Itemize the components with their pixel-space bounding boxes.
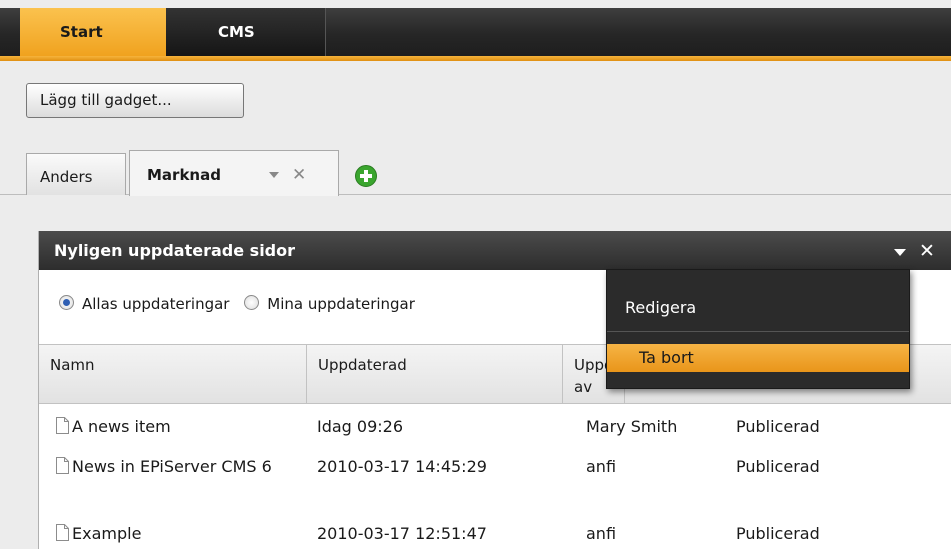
row-updated-by: anfi [586,457,617,476]
update-filter: Allas uppdateringar Mina uppdateringar [59,295,425,319]
nav-accent-strip [0,56,951,61]
row-updated-by: Mary Smith [586,417,678,436]
gadget-close-icon[interactable]: ✕ [919,231,935,271]
row-status: Publicerad [736,524,820,543]
gadget-title: Nyligen uppdaterade sidor [54,241,296,260]
row-updated: 2010-03-17 12:51:47 [317,524,487,543]
menu-item-edit[interactable]: Redigera [607,290,909,326]
row-status: Publicerad [736,457,820,476]
column-header-updated[interactable]: Uppdaterad [307,345,563,403]
tab-marknad[interactable]: Marknad ✕ [129,150,339,196]
tab-anders[interactable]: Anders [26,153,126,195]
nav-divider [325,8,326,56]
row-name[interactable]: Example [72,524,141,543]
radio-all-updates-label[interactable]: Allas uppdateringar [82,295,229,313]
add-tab-plus-circle-icon[interactable] [355,165,377,187]
nav-tab-cms[interactable]: CMS [166,8,326,56]
gadget-header: Nyligen uppdaterade sidor ✕ [39,231,951,270]
nav-tab-start[interactable]: Start [20,8,166,56]
row-updated: 2010-03-17 14:45:29 [317,457,487,476]
row-name[interactable]: A news item [72,417,171,436]
tab-menu-chevron-down-icon[interactable] [269,172,279,178]
radio-all-updates[interactable] [59,295,74,310]
gadget-context-menu: Redigera Ta bort [606,269,910,389]
tab-anders-label: Anders [40,168,93,186]
radio-my-updates-label[interactable]: Mina uppdateringar [267,295,415,313]
page-document-icon [56,417,69,434]
row-updated: Idag 09:26 [317,417,404,436]
row-updated-by: anfi [586,524,617,543]
menu-divider [607,331,909,332]
tab-close-icon[interactable]: ✕ [292,151,306,199]
menu-item-delete[interactable]: Ta bort [607,344,909,372]
tab-marknad-label: Marknad [147,166,221,184]
gadget-menu-chevron-down-icon[interactable] [894,249,906,256]
page-document-icon [56,524,69,541]
column-header-name[interactable]: Namn [39,345,307,403]
page-document-icon [56,457,69,474]
row-name[interactable]: News in EPiServer CMS 6 [72,457,272,476]
radio-my-updates[interactable] [244,295,260,310]
add-gadget-button[interactable]: Lägg till gadget... [26,83,244,118]
row-status: Publicerad [736,417,820,436]
